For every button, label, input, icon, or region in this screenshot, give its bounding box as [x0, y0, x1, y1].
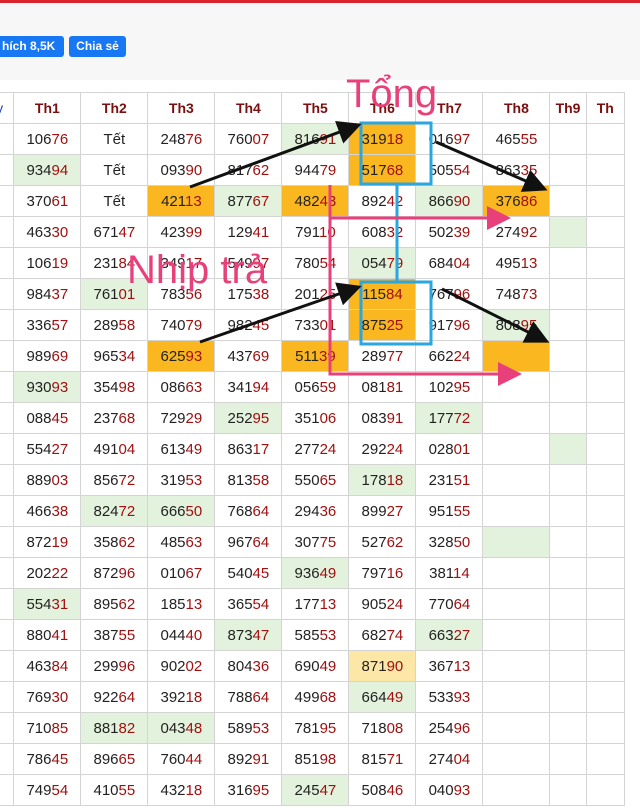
nhip-tra-bracket	[328, 185, 522, 386]
annotation-tong: Tổng	[346, 72, 438, 116]
arrow-2	[435, 140, 548, 192]
annotation-nhip-tra: Nhịp trả	[127, 248, 268, 292]
annotation-layer	[189, 120, 550, 386]
arrow-3	[199, 282, 362, 344]
arrow-1	[189, 120, 362, 189]
arrow-4	[441, 287, 550, 343]
highlight-box-top	[359, 121, 433, 186]
highlight-box-bottom	[359, 280, 433, 346]
